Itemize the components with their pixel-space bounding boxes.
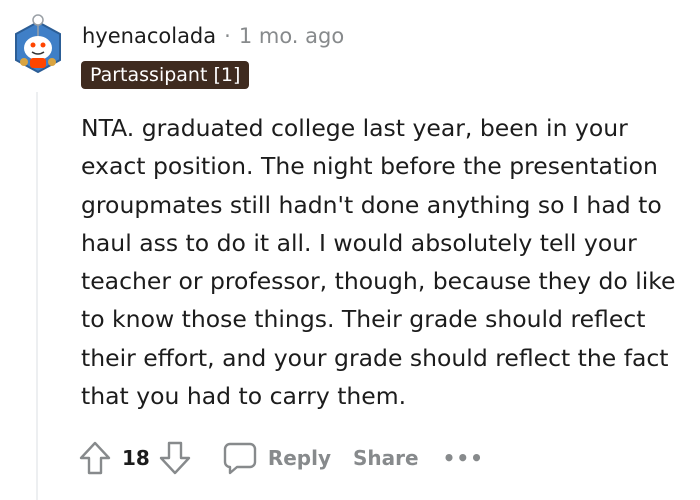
reply-button[interactable]: Reply <box>222 440 331 476</box>
thread-line[interactable] <box>36 92 38 500</box>
speech-bubble-icon <box>223 442 257 475</box>
comment-card: hyenacolada · 1 mo. ago Partassipant [1]… <box>0 0 700 500</box>
comment-body: NTA. graduated college last year, been i… <box>81 114 676 411</box>
snoo-avatar-icon[interactable] <box>10 12 66 78</box>
share-button[interactable]: Share <box>353 446 419 470</box>
timestamp[interactable]: 1 mo. ago <box>239 24 344 48</box>
more-options-button[interactable]: ••• <box>443 446 484 470</box>
comment-header: hyenacolada · 1 mo. ago <box>82 24 344 48</box>
separator-dot: · <box>224 24 231 48</box>
upvote-button[interactable] <box>78 440 112 476</box>
user-flair-badge: Partassipant [1] <box>81 61 250 89</box>
reply-label: Reply <box>267 446 332 470</box>
username-link[interactable]: hyenacolada <box>82 24 216 48</box>
comment-actions: 18 Reply Share ••• <box>78 438 484 478</box>
upvote-arrow-icon <box>79 441 111 475</box>
downvote-button[interactable] <box>158 440 192 476</box>
vote-count: 18 <box>122 446 150 470</box>
downvote-arrow-icon <box>159 441 191 475</box>
